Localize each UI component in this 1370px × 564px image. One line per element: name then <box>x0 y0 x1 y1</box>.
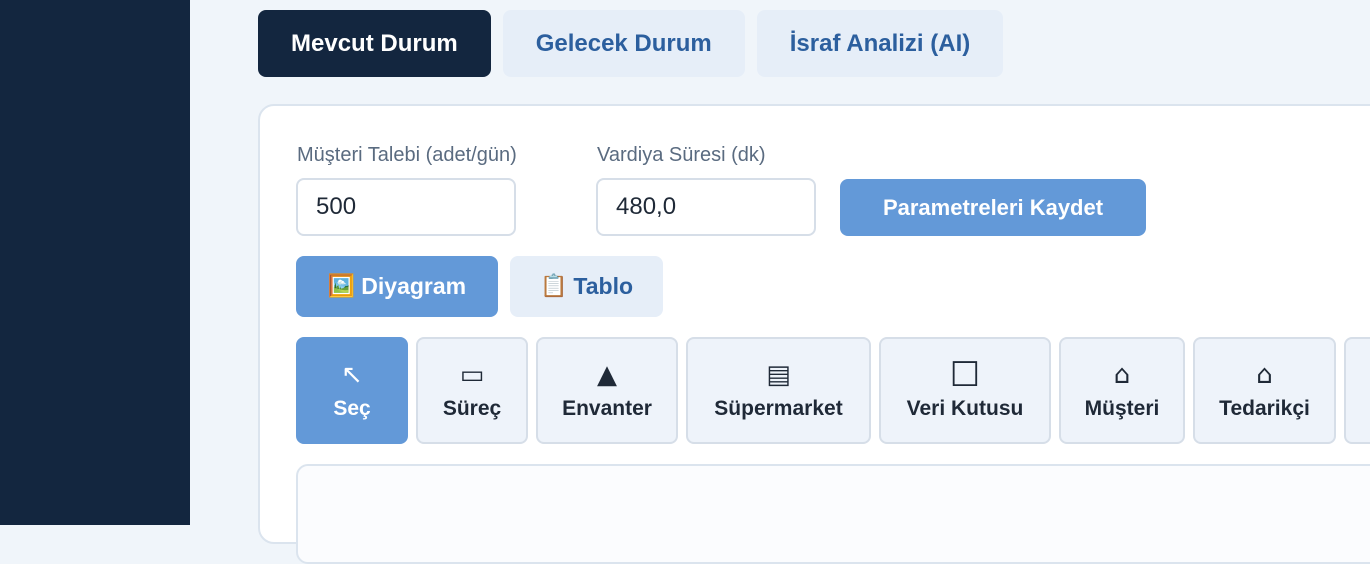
tool-data-box[interactable]: ☐ Veri Kutusu <box>879 337 1051 444</box>
tab-mevcut-durum[interactable]: Mevcut Durum <box>258 10 491 77</box>
save-parameters-button[interactable]: Parametreleri Kaydet <box>840 179 1146 236</box>
view-diagram-button[interactable]: 🖼️ Diyagram <box>296 256 498 317</box>
view-table-label: Tablo <box>573 273 634 299</box>
tool-supplier[interactable]: ⌂ Tedarikçi <box>1193 337 1336 444</box>
main-tabs: Mevcut Durum Gelecek Durum İsraf Analizi… <box>258 10 1004 77</box>
tab-gelecek-durum[interactable]: Gelecek Durum <box>502 10 745 77</box>
tool-process[interactable]: ▭ Süreç <box>416 337 528 444</box>
customer-factory-icon: ⌂ <box>1113 359 1131 390</box>
tool-select[interactable]: ↖ Seç <box>296 337 408 444</box>
tab-israf-analizi[interactable]: İsraf Analizi (AI) <box>756 10 1004 77</box>
tool-next-partial[interactable] <box>1344 337 1370 444</box>
tool-customer-label: Müşteri <box>1084 396 1160 420</box>
tool-inventory[interactable]: ▲ Envanter <box>536 337 678 444</box>
shift-input[interactable] <box>596 178 816 236</box>
demand-label: Müşteri Talebi (adet/gün) <box>297 144 517 166</box>
tool-supermarket-label: Süpermarket <box>714 396 843 420</box>
tool-select-label: Seç <box>333 396 371 420</box>
diagram-canvas[interactable] <box>296 464 1370 564</box>
tool-data-box-label: Veri Kutusu <box>906 396 1024 420</box>
tool-supplier-label: Tedarikçi <box>1219 396 1310 420</box>
supplier-factory-icon: ⌂ <box>1256 359 1273 390</box>
tool-process-label: Süreç <box>442 396 502 420</box>
demand-input[interactable] <box>296 178 516 236</box>
view-diagram-label: Diyagram <box>361 273 467 299</box>
clipboard-icon: 📋 <box>539 274 568 299</box>
view-table-button[interactable]: 📋 Tablo <box>510 256 663 317</box>
tool-supermarket[interactable]: ▤ Süpermarket <box>686 337 871 444</box>
shift-label: Vardiya Süresi (dk) <box>597 144 766 166</box>
process-rectangle-icon: ▭ <box>459 359 485 390</box>
data-box-icon: ☐ <box>949 354 981 395</box>
tool-inventory-label: Envanter <box>562 396 652 420</box>
supermarket-icon: ▤ <box>766 359 791 390</box>
inventory-triangle-icon: ▲ <box>597 359 617 390</box>
picture-icon: 🖼️ <box>327 274 356 299</box>
tool-customer[interactable]: ⌂ Müşteri <box>1059 337 1185 444</box>
sidebar <box>0 0 190 525</box>
select-arrow-icon: ↖ <box>341 359 363 390</box>
